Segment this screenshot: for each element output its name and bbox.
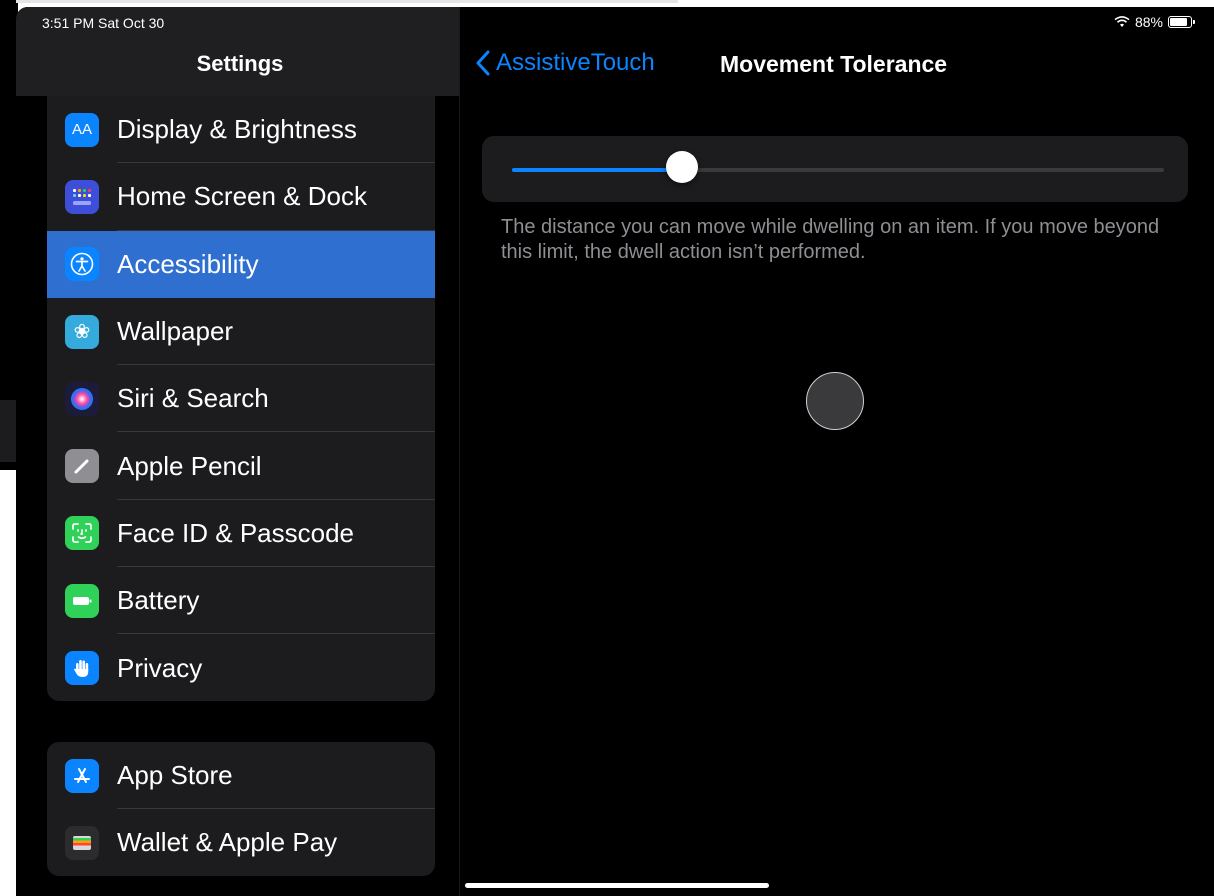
slider-thumb[interactable] [665,151,698,183]
status-indicators: 88% [1114,14,1195,30]
status-time: 3:51 PM Sat Oct 30 [42,15,165,31]
sidebar-title: Settings [196,51,284,76]
display-brightness-icon: AA [65,112,99,147]
settings-group-main: AA Display & Brightness Home Screen & Do… [47,96,435,701]
sidebar-item-label: Battery [117,585,200,616]
sidebar-item-display-brightness[interactable]: AA Display & Brightness [47,96,435,164]
face-id-icon [65,516,99,551]
sidebar-item-apple-pencil[interactable]: Apple Pencil [47,432,435,500]
battery-percent: 88% [1134,14,1163,30]
siri-icon [65,381,99,416]
sidebar-item-label: Home Screen & Dock [117,181,367,212]
settings-sidebar: 3:51 PM Sat Oct 30 Settings AA Display &… [16,7,460,896]
detail-pane: 88% AssistiveTouch Movement Tolerance Th… [460,7,1214,896]
sidebar-item-battery[interactable]: Battery [47,567,435,635]
sidebar-item-wallet[interactable]: Wallet & Apple Pay [47,809,435,876]
accessibility-icon [65,247,99,282]
slider-description: The distance you can move while dwelling… [501,216,1160,263]
wallpaper-icon: ❀ [65,314,99,349]
battery-status-icon [1168,16,1195,28]
back-button-label: AssistiveTouch [496,49,655,76]
sidebar-item-label: Apple Pencil [117,450,262,481]
sidebar-item-label: Display & Brightness [117,114,357,145]
sidebar-item-label: Wallpaper [117,316,234,347]
wifi-icon [1114,16,1130,27]
back-button[interactable]: AssistiveTouch [476,49,655,77]
home-indicator[interactable] [465,883,769,888]
assistivetouch-button[interactable] [806,372,864,430]
movement-tolerance-slider-card [482,136,1188,202]
sidebar-item-label: App Store [117,760,233,791]
sidebar-item-label: Face ID & Passcode [117,517,354,548]
background-line [16,0,678,3]
slider-fill [512,168,682,172]
chevron-left-icon [476,50,490,76]
slider-track[interactable] [512,168,1164,172]
sidebar-item-accessibility[interactable]: Accessibility [47,230,435,298]
sidebar-item-face-id[interactable]: Face ID & Passcode [47,500,435,568]
sidebar-item-home-screen[interactable]: Home Screen & Dock [47,163,435,231]
sidebar-item-wallpaper[interactable]: ❀ Wallpaper [47,298,435,366]
ipad-screen: 3:51 PM Sat Oct 30 Settings AA Display &… [16,7,1214,896]
wallet-icon [65,825,99,860]
sidebar-item-label: Wallet & Apple Pay [117,827,338,858]
sidebar-item-siri-search[interactable]: Siri & Search [47,365,435,433]
sidebar-item-label: Siri & Search [117,383,269,414]
sidebar-item-privacy[interactable]: Privacy [47,634,435,701]
privacy-hand-icon [65,651,99,686]
page-title: Movement Tolerance [720,51,948,77]
app-store-icon [65,758,99,793]
settings-group-store: App Store Wallet & Apple Pay [47,742,435,876]
sidebar-header: 3:51 PM Sat Oct 30 Settings [16,7,459,96]
pencil-icon [65,449,99,484]
sidebar-item-label: Privacy [117,652,203,683]
sidebar-item-label: Accessibility [117,248,259,279]
battery-icon [65,583,99,618]
home-screen-icon [65,179,99,214]
sidebar-item-app-store[interactable]: App Store [47,742,435,810]
